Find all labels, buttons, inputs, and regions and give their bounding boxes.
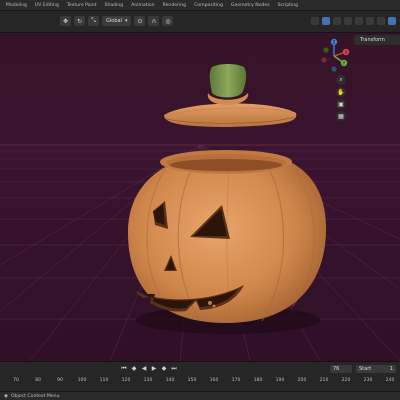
ruler-tick: 240 (385, 378, 395, 383)
pumpkin-body (128, 150, 327, 324)
neg-x-axis-handle (321, 57, 327, 63)
ruler-tick: 190 (275, 378, 285, 383)
magnet-icon: ∩ (151, 17, 157, 25)
status-bar: ◉ Object Context Menu (0, 391, 400, 400)
ruler-tick: 160 (209, 378, 219, 383)
start-label: Start (359, 366, 372, 372)
next-keyframe-icon[interactable]: ◆ (160, 365, 168, 373)
gizmo-toggle-button[interactable] (322, 17, 330, 25)
ruler-tick: 120 (121, 378, 131, 383)
hand-icon: ✋ (337, 88, 345, 96)
y-label: Y (342, 61, 346, 66)
pumpkin-lid (164, 64, 297, 127)
tab-rendering[interactable]: Rendering (163, 3, 186, 8)
frame-ruler[interactable]: 70 80 90 100 110 120 130 140 150 160 170… (0, 375, 400, 391)
move-tool-button[interactable]: ✥ (60, 16, 71, 26)
ruler-tick: 70 (13, 378, 19, 383)
solid-shading-button[interactable] (366, 17, 374, 25)
play-icon[interactable]: ▶ (150, 365, 158, 373)
zoom-button[interactable]: ⌕ (336, 75, 346, 85)
start-value: 1 (389, 366, 393, 372)
overlay-button[interactable] (333, 17, 341, 25)
current-frame-field[interactable]: 76 (330, 365, 352, 373)
ruler-tick: 220 (341, 378, 351, 383)
pumpkin-stem (209, 64, 247, 98)
magnifier-icon: ⌕ (339, 76, 343, 83)
transform-panel-tab[interactable]: Transform (354, 35, 400, 45)
ruler-tick: 100 (77, 378, 87, 383)
rotate-icon: ↻ (76, 17, 83, 25)
orientation-label: Global (106, 18, 122, 24)
viewport-shading-controls (311, 17, 396, 25)
move-icon: ✥ (62, 17, 69, 25)
xray-button[interactable] (344, 17, 352, 25)
wireframe-shading-button[interactable] (355, 17, 363, 25)
transform-orientation-dropdown[interactable]: Global ▾ (102, 16, 132, 26)
ruler-tick: 80 (35, 378, 41, 383)
timeline: ⏮ ◆ ◀ ▶ ◆ ⏭ 76 Start 1 70 80 90 100 110 … (0, 361, 400, 391)
pivot-point-button[interactable]: ⊙ (134, 16, 146, 26)
play-reverse-icon[interactable]: ◀ (140, 365, 148, 373)
tab-modeling[interactable]: Modeling (6, 3, 27, 8)
ruler-tick: 140 (165, 378, 175, 383)
mouse-icon: ◉ (4, 393, 9, 399)
transform-tab-label: Transform (360, 37, 385, 43)
tab-compositing[interactable]: Compositing (194, 3, 223, 8)
camera-icon: ▣ (338, 100, 344, 108)
tab-shading[interactable]: Shading (105, 3, 124, 8)
neg-y-axis-handle (323, 47, 329, 53)
ruler-tick: 230 (363, 378, 373, 383)
ruler-tick: 170 (231, 378, 241, 383)
x-label: X (345, 50, 348, 55)
ruler-tick: 180 (253, 378, 263, 383)
scale-icon: ⤡ (91, 17, 96, 24)
tab-texture-paint[interactable]: Texture Paint (67, 3, 97, 8)
start-frame-field[interactable]: Start 1 (356, 365, 396, 373)
jump-end-icon[interactable]: ⏭ (170, 365, 178, 373)
neg-z-axis-handle (331, 66, 337, 72)
camera-view-button[interactable]: ▣ (336, 99, 346, 109)
ruler-tick: 90 (57, 378, 63, 383)
workspace-tabs-bar: Modeling UV Editing Texture Paint Shadin… (0, 0, 400, 11)
status-text: Object Context Menu (11, 393, 60, 399)
viewport-header: ✥ ↻ ⤡ Global ▾ ⊙ ∩ ◎ (0, 11, 400, 33)
perspective-toggle-button[interactable]: ▦ (336, 111, 346, 121)
rendered-shading-button[interactable] (388, 17, 396, 25)
tab-geometry-nodes[interactable]: Geometry Nodes (231, 3, 270, 8)
ruler-tick: 150 (187, 378, 197, 383)
scale-tool-button[interactable]: ⤡ (88, 16, 99, 26)
playback-controls: ⏮ ◆ ◀ ▶ ◆ ⏭ (120, 365, 178, 373)
rotate-tool-button[interactable]: ↻ (74, 16, 85, 26)
navigation-gizmo[interactable]: X Y Z (314, 36, 354, 76)
proportional-icon: ◎ (165, 17, 171, 25)
ruler-tick: 200 (297, 378, 307, 383)
ruler-tick: 210 (319, 378, 329, 383)
current-frame-value: 76 (333, 366, 340, 372)
grid-icon: ▦ (338, 112, 344, 120)
pan-button[interactable]: ✋ (336, 87, 346, 97)
material-shading-button[interactable] (377, 17, 385, 25)
tab-uv-editing[interactable]: UV Editing (35, 3, 59, 8)
proportional-edit-button[interactable]: ◎ (162, 16, 174, 26)
pivot-icon: ⊙ (137, 17, 143, 25)
jump-start-icon[interactable]: ⏮ (120, 365, 128, 373)
visibility-button[interactable] (311, 17, 319, 25)
3d-viewport[interactable]: Transform X Y Z ⌕ ✋ ▣ ▦ (0, 33, 400, 361)
ruler-tick: 130 (143, 378, 153, 383)
ruler-tick: 110 (99, 378, 109, 383)
snap-button[interactable]: ∩ (148, 16, 160, 26)
transform-tools: ✥ ↻ ⤡ Global ▾ ⊙ ∩ ◎ (60, 16, 174, 26)
tab-scripting[interactable]: Scripting (278, 3, 298, 8)
z-label: Z (333, 40, 336, 45)
tab-animation[interactable]: Animation (131, 3, 154, 8)
chevron-down-icon: ▾ (124, 18, 128, 24)
prev-keyframe-icon[interactable]: ◆ (130, 365, 138, 373)
